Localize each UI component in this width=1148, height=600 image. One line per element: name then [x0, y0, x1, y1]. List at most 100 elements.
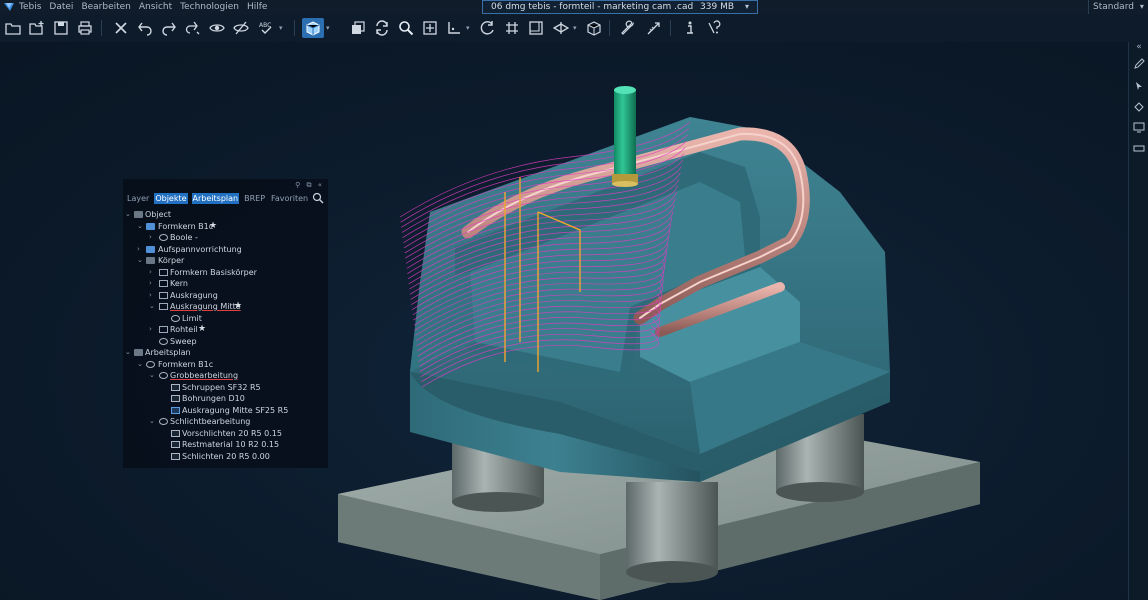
- tree-node-koerper[interactable]: ⌄ Körper: [123, 255, 328, 267]
- box-icon[interactable]: [584, 18, 604, 38]
- tree-node-basiskoerper[interactable]: › Formkern Basiskörper: [123, 267, 328, 279]
- tab-objekte[interactable]: Objekte: [154, 193, 188, 204]
- tree-label: Restmaterial 10 R2 0.15: [182, 440, 280, 449]
- chevron-down-icon[interactable]: ⌄: [125, 347, 133, 359]
- hide-icon[interactable]: [231, 18, 251, 38]
- tree-label: Boole -: [170, 233, 198, 242]
- chevron-down-icon[interactable]: ⌄: [149, 416, 157, 428]
- menu-technologien[interactable]: Technologien: [180, 0, 239, 14]
- regenerate-icon[interactable]: [372, 18, 392, 38]
- menu-hilfe[interactable]: Hilfe: [247, 0, 267, 14]
- save-icon[interactable]: [51, 18, 71, 38]
- tab-brep[interactable]: BREP: [243, 193, 266, 204]
- tree-node-schlichtbearbeitung[interactable]: ⌄ Schlichtbearbeitung: [123, 416, 328, 428]
- menu-ansicht[interactable]: Ansicht: [139, 0, 172, 14]
- chevron-down-icon[interactable]: ▾: [466, 24, 470, 32]
- chevron-right-icon[interactable]: ›: [149, 324, 157, 336]
- measure-icon[interactable]: [644, 18, 664, 38]
- tab-favoriten[interactable]: Favoriten: [270, 193, 309, 204]
- tree-node-auskragung-mitte[interactable]: ⌄ Auskragung Mitte ★: [123, 301, 328, 313]
- tree-node-kern[interactable]: › Kern: [123, 278, 328, 290]
- chevron-down-icon[interactable]: ⌄: [137, 359, 145, 371]
- redo-all-icon[interactable]: [183, 18, 203, 38]
- tree-node-aufspann[interactable]: › Aufspannvorrichtung: [123, 244, 328, 256]
- frame-icon[interactable]: [526, 18, 546, 38]
- search-icon[interactable]: [312, 192, 324, 204]
- print-icon[interactable]: [75, 18, 95, 38]
- profile-selector[interactable]: Standard ▾: [1088, 0, 1148, 14]
- help-icon[interactable]: [704, 18, 724, 38]
- layers-icon[interactable]: [348, 18, 368, 38]
- redo-icon[interactable]: [159, 18, 179, 38]
- chevron-down-icon[interactable]: ▾: [326, 24, 330, 32]
- panel-pin-controls[interactable]: ⚲ ⧉ «: [295, 181, 324, 190]
- menu-tebis[interactable]: Tebis: [19, 0, 41, 14]
- tab-arbeitsplan[interactable]: Arbeitsplan: [191, 193, 240, 204]
- chevron-down-icon[interactable]: ▾: [279, 24, 283, 32]
- view-cube-icon[interactable]: [302, 18, 324, 38]
- tree-label: Körper: [158, 256, 185, 265]
- wrench-icon[interactable]: [619, 18, 639, 38]
- fit-icon[interactable]: [420, 18, 440, 38]
- menu-bearbeiten[interactable]: Bearbeiten: [81, 0, 130, 14]
- new-folder-icon[interactable]: [27, 18, 47, 38]
- tree-node-object[interactable]: ⌄ Object: [123, 209, 328, 221]
- show-icon[interactable]: [207, 18, 227, 38]
- star-icon[interactable]: ★: [234, 301, 242, 313]
- section-icon[interactable]: [551, 18, 571, 38]
- undo-icon[interactable]: [135, 18, 155, 38]
- tree-node-formkern[interactable]: ⌄ Formkern B1c ★: [123, 221, 328, 233]
- rotate-icon[interactable]: [478, 18, 498, 38]
- chevron-down-icon[interactable]: ⌄: [125, 209, 133, 221]
- tree-node-rohteil[interactable]: › Rohteil ★: [123, 324, 328, 336]
- tab-layer[interactable]: Layer: [126, 193, 150, 204]
- chevron-down-icon[interactable]: ⌄: [149, 301, 157, 313]
- tree-node-grobbearbeitung[interactable]: ⌄ Grobbearbeitung: [123, 370, 328, 382]
- tree-node-auskragung-job[interactable]: Auskragung Mitte SF25 R5: [123, 405, 328, 417]
- tree-node-limit[interactable]: Limit: [123, 313, 328, 325]
- monitor-icon[interactable]: [1133, 121, 1145, 133]
- chevron-right-icon[interactable]: ›: [149, 232, 157, 244]
- tree-label: Auskragung Mitte SF25 R5: [182, 405, 289, 415]
- tree-node-bohrungen[interactable]: Bohrungen D10: [123, 393, 328, 405]
- chevron-right-icon[interactable]: ›: [149, 290, 157, 302]
- document-title-box[interactable]: 06 dmg tebis - formteil - marketing cam …: [482, 0, 758, 25]
- tree-label: Arbeitsplan: [145, 348, 191, 357]
- chevron-down-icon[interactable]: ▾: [573, 24, 577, 32]
- grid-icon[interactable]: [502, 18, 522, 38]
- tree-node-boole[interactable]: › Boole -: [123, 232, 328, 244]
- tree-node-schruppen[interactable]: Schruppen SF32 R5: [123, 382, 328, 394]
- info-icon[interactable]: [680, 18, 700, 38]
- tree-node-restmaterial[interactable]: Restmaterial 10 R2 0.15: [123, 439, 328, 451]
- cursor-icon[interactable]: [1133, 80, 1145, 92]
- pencil-icon[interactable]: [1133, 58, 1145, 70]
- collapse-icon[interactable]: «: [1133, 42, 1145, 54]
- tree-node-schlichten[interactable]: Schlichten 20 R5 0.00: [123, 451, 328, 463]
- chevron-right-icon[interactable]: ›: [137, 244, 145, 256]
- chevron-down-icon[interactable]: ⌄: [149, 370, 157, 382]
- chevron-right-icon[interactable]: ›: [149, 278, 157, 290]
- zoom-icon[interactable]: [396, 18, 416, 38]
- tree-node-auskragung[interactable]: › Auskragung: [123, 290, 328, 302]
- keyboard-icon[interactable]: [1133, 142, 1145, 154]
- star-icon[interactable]: ★: [198, 324, 206, 336]
- chevron-down-icon[interactable]: ⌄: [137, 221, 145, 233]
- tebis-logo-icon[interactable]: [4, 2, 14, 12]
- delete-icon[interactable]: [111, 18, 131, 38]
- tree-node-vorschlichten[interactable]: Vorschlichten 20 R5 0.15: [123, 428, 328, 440]
- tree-label: Auskragung: [170, 290, 218, 300]
- tree-node-plan-formkern[interactable]: ⌄ Formkern B1c: [123, 359, 328, 371]
- paint-icon[interactable]: [1133, 100, 1145, 112]
- spellcheck-icon[interactable]: ABC: [256, 18, 276, 38]
- chevron-right-icon[interactable]: ›: [149, 267, 157, 279]
- star-icon[interactable]: ★: [209, 221, 217, 233]
- menu-bar: Tebis Datei Bearbeiten Ansicht Technolog…: [0, 0, 1148, 25]
- chevron-down-icon[interactable]: ▾: [745, 1, 749, 13]
- tree-node-sweep[interactable]: Sweep: [123, 336, 328, 348]
- open-folder-icon[interactable]: [3, 18, 23, 38]
- chevron-down-icon[interactable]: ⌄: [137, 255, 145, 267]
- toolbar-divider: [101, 20, 102, 36]
- axis-icon[interactable]: [444, 18, 464, 38]
- menu-datei[interactable]: Datei: [49, 0, 73, 14]
- tree-node-arbeitsplan[interactable]: ⌄ Arbeitsplan: [123, 347, 328, 359]
